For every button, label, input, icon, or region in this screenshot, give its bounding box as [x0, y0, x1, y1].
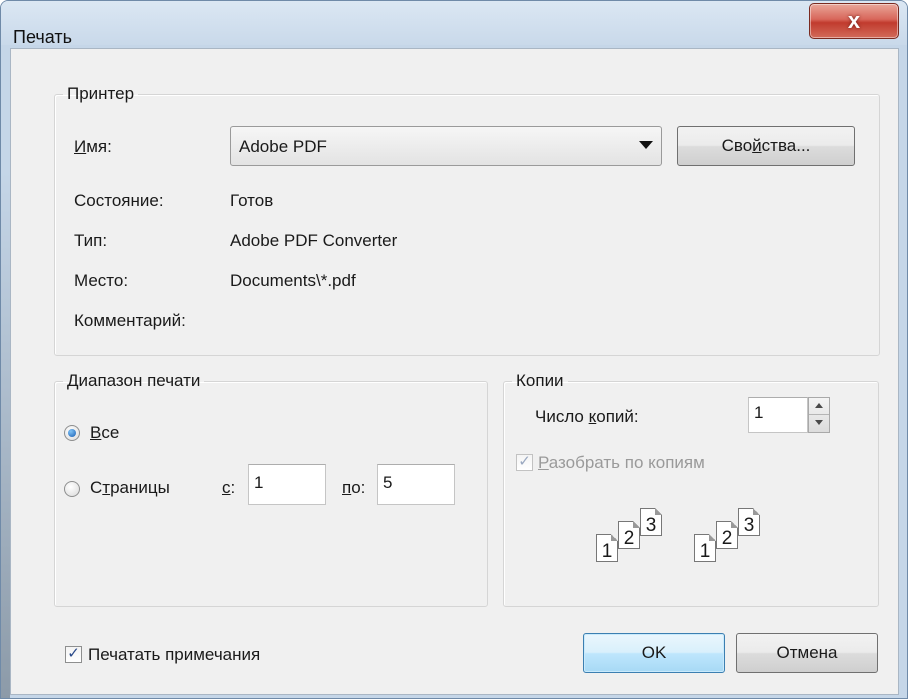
print-pages-radio[interactable]: [64, 481, 80, 497]
printer-comment-label: Комментарий:: [74, 311, 186, 330]
printer-type-value: Adobe PDF Converter: [230, 231, 398, 250]
collate-page-1b: 1: [694, 534, 716, 562]
chevron-down-icon: [639, 141, 653, 149]
page-to-label: по:: [342, 478, 366, 497]
printer-location-label: Место:: [74, 271, 129, 290]
print-pages-label[interactable]: Страницы: [90, 478, 170, 498]
collate-page-2b: 2: [716, 521, 738, 549]
collate-checkbox[interactable]: ✓: [516, 454, 533, 471]
copies-group-title: Копии: [516, 371, 564, 390]
printer-status-value: Готов: [230, 191, 274, 210]
spin-up-icon: [815, 403, 823, 408]
spin-down-button[interactable]: [809, 415, 829, 432]
collate-page-3b: 3: [738, 508, 760, 536]
collate-label: Разобрать по копиям: [538, 453, 705, 472]
ok-button[interactable]: OK: [583, 633, 725, 673]
collate-pages-icon: 1 2 3 1 2 3: [586, 508, 776, 568]
copies-count-label: Число копий:: [535, 407, 639, 426]
collate-page-1a: 1: [596, 534, 618, 562]
copies-count-input[interactable]: 1: [748, 397, 808, 433]
printer-type-label: Тип:: [74, 231, 108, 250]
title-bar[interactable]: Печать x: [1, 1, 907, 47]
page-from-label: с:: [222, 478, 236, 497]
window-edge-shade: [1, 171, 10, 698]
collate-page-3a: 3: [640, 508, 662, 536]
cancel-button[interactable]: Отмена: [736, 633, 878, 673]
printer-name-label: Имя:: [74, 137, 112, 156]
print-all-radio[interactable]: [64, 425, 80, 441]
window-title: Печать: [13, 27, 72, 47]
spin-down-icon: [815, 420, 823, 425]
radio-selected-dot: [68, 429, 76, 437]
printer-name-value: Adobe PDF: [239, 137, 327, 156]
collate-page-2a: 2: [618, 521, 640, 549]
spin-up-button[interactable]: [809, 398, 829, 415]
printer-status-label: Состояние:: [74, 191, 164, 210]
print-all-label[interactable]: Все: [90, 423, 119, 443]
printer-group-title: Принтер: [67, 84, 135, 103]
page-to-input[interactable]: 5: [377, 464, 455, 505]
printer-name-select[interactable]: Adobe PDF: [230, 126, 662, 166]
copies-spinner[interactable]: [808, 397, 830, 433]
printer-location-value: Documents\*.pdf: [230, 271, 356, 290]
print-range-title: Диапазон печати: [67, 371, 201, 390]
print-comments-checkbox[interactable]: ✓: [65, 646, 82, 663]
close-icon: x: [847, 8, 861, 33]
page-from-input[interactable]: 1: [248, 464, 326, 505]
printer-properties-button[interactable]: Свойства...: [677, 126, 855, 166]
print-comments-label[interactable]: Печатать примечания: [88, 645, 260, 665]
close-button[interactable]: x: [809, 3, 899, 39]
